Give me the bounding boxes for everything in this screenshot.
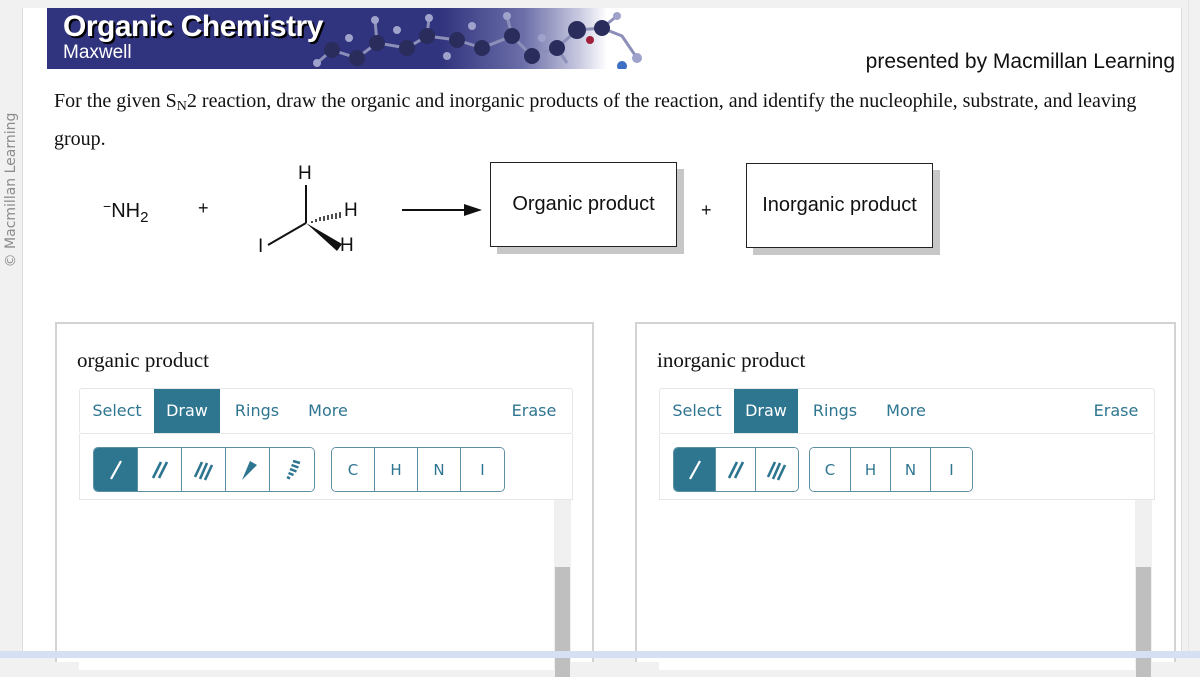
page-scrollbar[interactable] xyxy=(1188,0,1200,651)
canvas-scrollbar[interactable] xyxy=(554,500,571,677)
drawing-canvas[interactable] xyxy=(659,500,1137,670)
tab-draw[interactable]: Draw xyxy=(734,389,798,433)
question-suffix: 2 reaction, draw the organic and inorgan… xyxy=(54,90,1137,150)
triple-bond-button[interactable] xyxy=(756,448,798,491)
plus-sign: + xyxy=(198,198,209,218)
book-title: Organic Chemistry xyxy=(63,10,323,43)
hash-bond-icon xyxy=(286,459,301,480)
single-bond-icon xyxy=(688,459,701,480)
inorganic-product-box: Inorganic product xyxy=(746,163,933,248)
question-subscript: N xyxy=(176,99,187,114)
double-bond-icon xyxy=(151,460,168,479)
erase-button[interactable]: Erase xyxy=(504,389,564,433)
draw-tools-row: C H N I xyxy=(79,434,573,500)
element-h-button[interactable]: H xyxy=(375,448,418,491)
element-c-button[interactable]: C xyxy=(332,448,375,491)
element-i-button[interactable]: I xyxy=(461,448,504,491)
single-bond-icon xyxy=(109,459,122,480)
atom-h-wedge: H xyxy=(340,235,354,256)
tab-select[interactable]: Select xyxy=(80,389,154,433)
bottom-status-bar xyxy=(0,651,1200,658)
drawing-canvas[interactable] xyxy=(79,500,554,670)
drawing-toolbar-tabs: Select Draw Rings More Erase xyxy=(79,388,573,434)
wedge-bond-button[interactable] xyxy=(226,448,270,491)
draw-tools-row: C H N I xyxy=(659,434,1155,500)
nucleophile-formula: NH xyxy=(111,200,141,222)
panel-label: organic product xyxy=(77,348,209,372)
inorganic-product-panel: inorganic product Select Draw Rings More… xyxy=(635,322,1176,677)
element-tools-group: C H N I xyxy=(331,447,505,492)
question-prefix: For the given S xyxy=(54,90,177,112)
drawing-toolbar-tabs: Select Draw Rings More Erase xyxy=(659,388,1155,434)
double-bond-button[interactable] xyxy=(138,448,182,491)
element-c-button[interactable]: C xyxy=(810,448,851,491)
publisher-credit: presented by Macmillan Learning xyxy=(865,50,1175,73)
tab-more[interactable]: More xyxy=(872,389,940,433)
element-i-button[interactable]: I xyxy=(931,448,972,491)
double-bond-button[interactable] xyxy=(716,448,756,491)
triple-bond-icon xyxy=(193,460,213,481)
nucleophile: −NH2 xyxy=(103,198,148,226)
organic-product-box: Organic product xyxy=(490,162,677,247)
single-bond-button[interactable] xyxy=(94,448,138,491)
erase-button[interactable]: Erase xyxy=(1086,389,1146,433)
triple-bond-button[interactable] xyxy=(182,448,226,491)
book-banner: Organic Chemistry Maxwell presented by M… xyxy=(47,8,1182,73)
tab-rings[interactable]: Rings xyxy=(220,389,294,433)
element-h-button[interactable]: H xyxy=(851,448,891,491)
element-n-button[interactable]: N xyxy=(891,448,931,491)
double-bond-icon xyxy=(727,460,744,479)
bond-c-i xyxy=(267,222,307,246)
nucleophile-subscript: 2 xyxy=(140,209,149,226)
bond-tools-group xyxy=(673,447,799,492)
tab-more[interactable]: More xyxy=(294,389,362,433)
element-tools-group: C H N I xyxy=(809,447,973,492)
canvas-scrollbar-thumb[interactable] xyxy=(1136,567,1151,677)
reaction-arrow-icon xyxy=(402,204,482,216)
inorganic-product-box-label: Inorganic product xyxy=(762,194,917,216)
organic-product-panel: organic product Select Draw Rings More E… xyxy=(55,322,594,677)
tab-select[interactable]: Select xyxy=(660,389,734,433)
tab-rings[interactable]: Rings xyxy=(798,389,872,433)
hash-bond xyxy=(311,212,341,223)
triple-bond-icon xyxy=(766,460,787,481)
element-n-button[interactable]: N xyxy=(418,448,461,491)
wedge-bond-icon xyxy=(241,460,257,480)
atom-h-hashed: H xyxy=(344,200,358,221)
book-author: Maxwell xyxy=(63,42,132,63)
atom-h-top: H xyxy=(298,163,312,184)
organic-product-box-label: Organic product xyxy=(512,193,655,215)
reaction-scheme: −NH2 + H H H I Organic product + Inorgan… xyxy=(0,150,1200,270)
canvas-scrollbar[interactable] xyxy=(1135,500,1152,677)
panel-label: inorganic product xyxy=(657,348,806,372)
atom-leaving-group: I xyxy=(258,236,264,257)
canvas-scrollbar-thumb[interactable] xyxy=(555,567,570,677)
bond-tools-group xyxy=(93,447,315,492)
plus-sign-products: + xyxy=(701,200,712,220)
question-text: For the given SN2 reaction, draw the org… xyxy=(54,85,1179,155)
nucleophile-charge: − xyxy=(103,198,112,214)
hash-bond-button[interactable] xyxy=(270,448,314,491)
single-bond-button[interactable] xyxy=(674,448,716,491)
wedge-bond xyxy=(306,223,342,251)
tab-draw[interactable]: Draw xyxy=(154,389,220,433)
